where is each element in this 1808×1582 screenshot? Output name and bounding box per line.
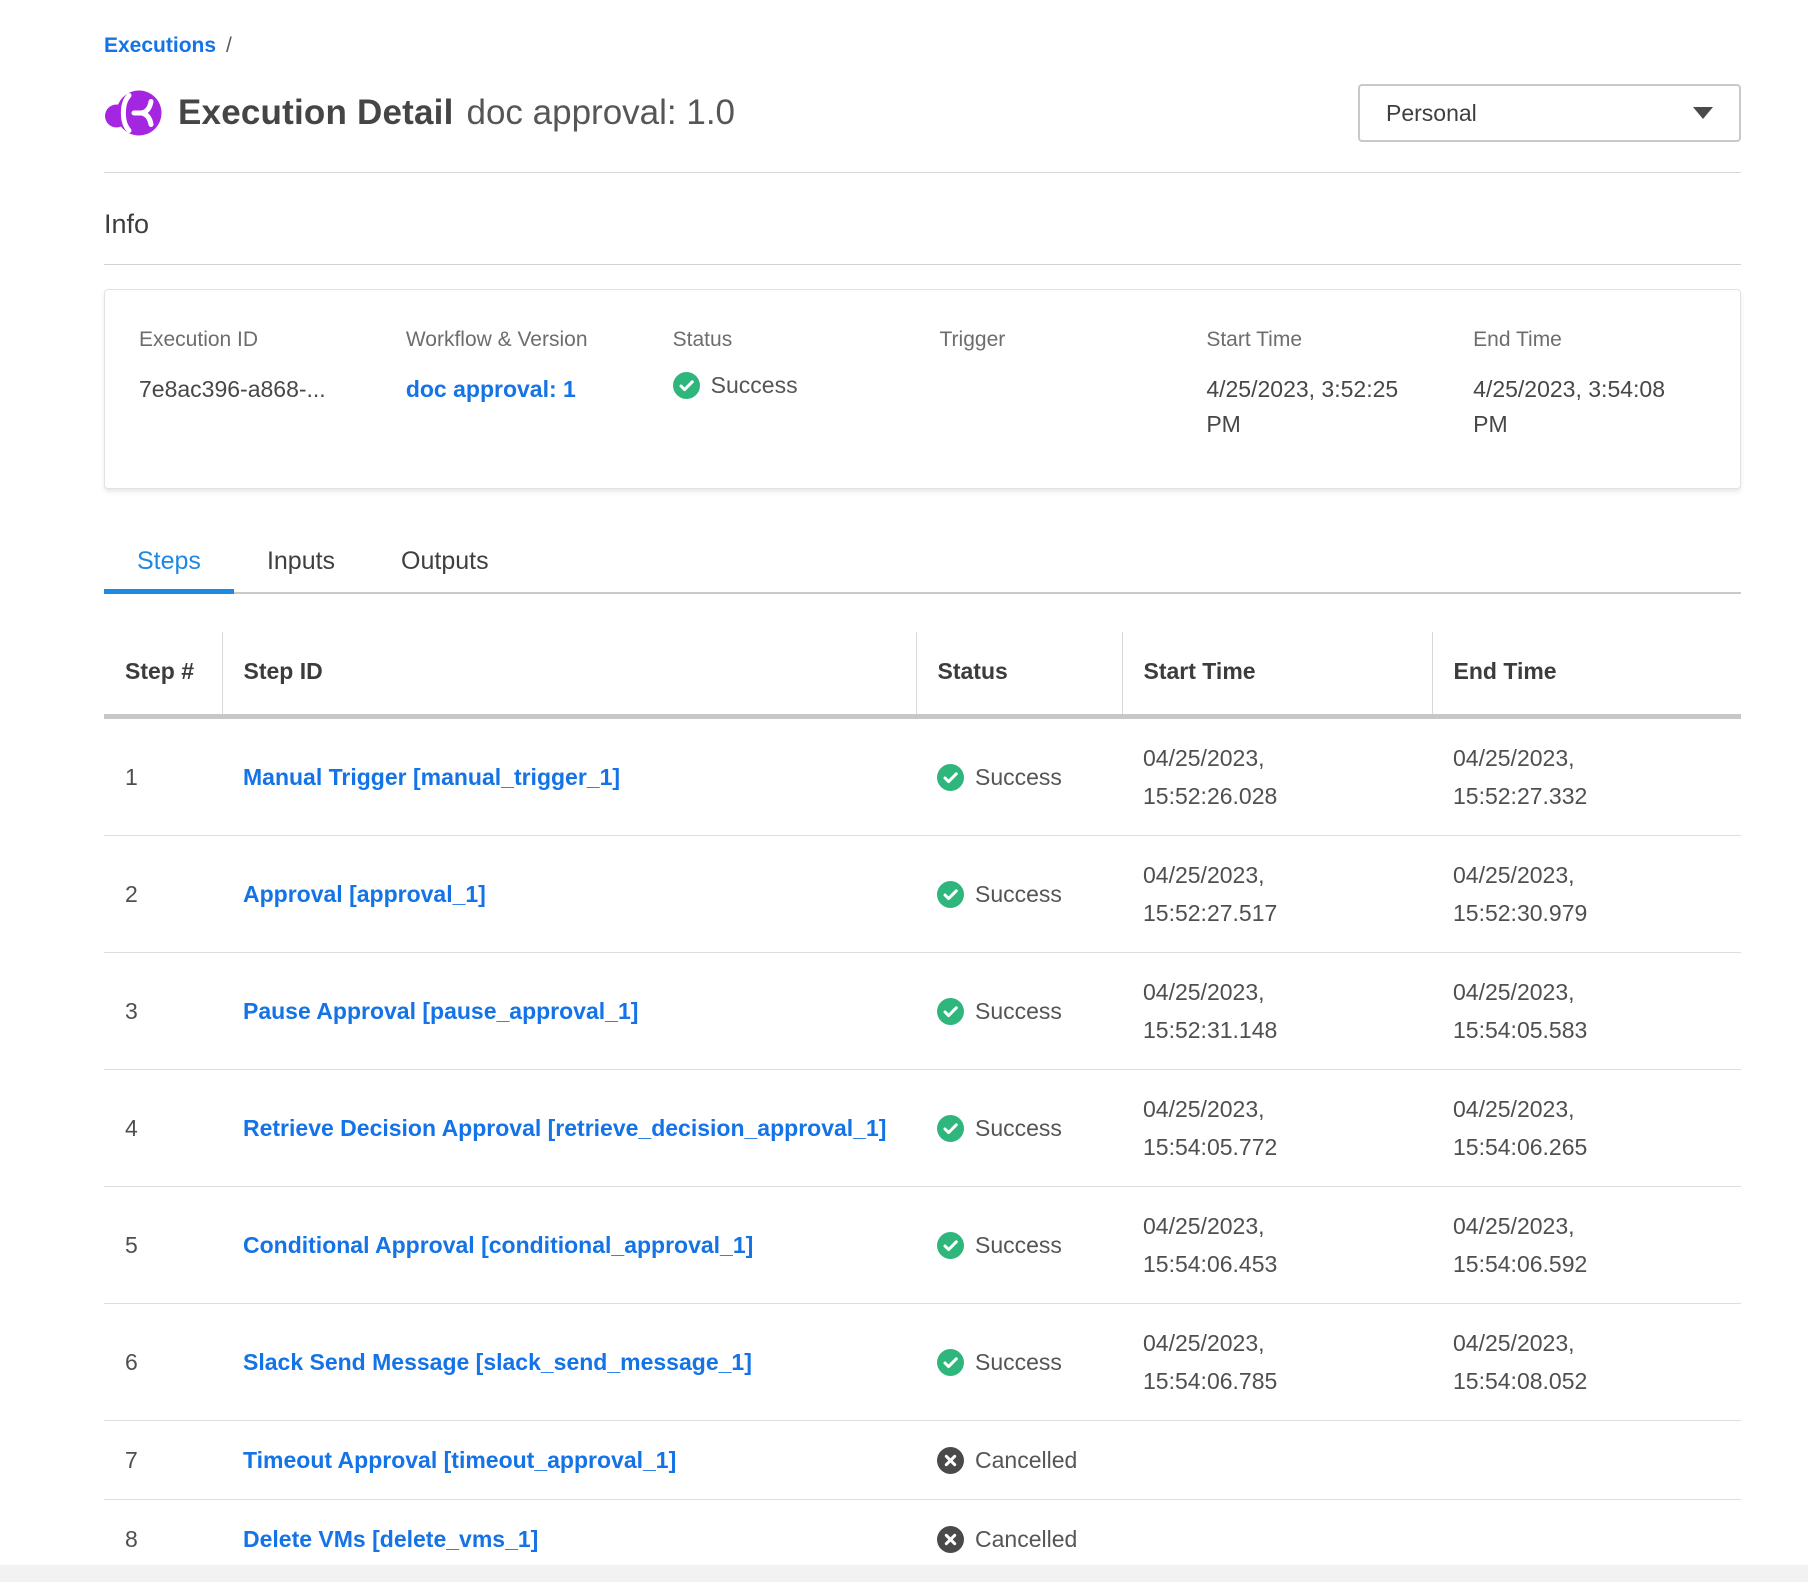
table-row: 2 Approval [approval_1] Success 04/25/20… (104, 836, 1741, 953)
info-divider (104, 264, 1741, 265)
step-id-link[interactable]: Timeout Approval [timeout_approval_1] (243, 1447, 676, 1473)
step-num: 3 (104, 953, 222, 1070)
step-num: 6 (104, 1304, 222, 1421)
table-row: 6 Slack Send Message [slack_send_message… (104, 1304, 1741, 1421)
table-row: 5 Conditional Approval [conditional_appr… (104, 1187, 1741, 1304)
end-time-value: 4/25/2023, 3:54:08 PM (1473, 372, 1673, 442)
info-card: Execution ID 7e8ac396-a868-... Workflow … (104, 289, 1741, 489)
step-end-time: 04/25/2023,15:52:30.979 (1432, 836, 1741, 953)
tab-steps[interactable]: Steps (104, 547, 234, 594)
step-end-time: 04/25/2023,15:54:08.052 (1432, 1304, 1741, 1421)
step-start-time: 04/25/2023,15:54:05.772 (1122, 1070, 1432, 1187)
step-id-link[interactable]: Pause Approval [pause_approval_1] (243, 998, 638, 1024)
step-status-text: Success (975, 877, 1062, 912)
table-row: 4 Retrieve Decision Approval [retrieve_d… (104, 1070, 1741, 1187)
info-field-start-time: Start Time 4/25/2023, 3:52:25 PM (1206, 328, 1463, 442)
info-label: Status (673, 328, 930, 352)
workflow-brand-icon (104, 90, 162, 136)
step-end-time: 04/25/2023,15:54:05.583 (1432, 953, 1741, 1070)
cancelled-icon (937, 1447, 964, 1474)
table-row: 1 Manual Trigger [manual_trigger_1] Succ… (104, 717, 1741, 836)
breadcrumb: Executions / (104, 34, 1741, 58)
success-icon (673, 372, 700, 399)
info-field-status: Status Success (673, 328, 930, 442)
step-status-text: Success (975, 1111, 1062, 1146)
info-label: Workflow & Version (406, 328, 663, 352)
info-field-execution-id: Execution ID 7e8ac396-a868-... (139, 328, 396, 442)
info-label: End Time (1473, 328, 1730, 352)
step-start-time (1122, 1421, 1432, 1500)
step-status-text: Cancelled (975, 1522, 1077, 1557)
tab-bar: Steps Inputs Outputs (104, 547, 1741, 594)
tab-outputs[interactable]: Outputs (368, 547, 522, 594)
step-id-link[interactable]: Delete VMs [delete_vms_1] (243, 1526, 538, 1552)
column-header-status: Status (916, 632, 1122, 717)
step-end-time: 04/25/2023,15:52:27.332 (1432, 717, 1741, 836)
step-num: 5 (104, 1187, 222, 1304)
page-title: Execution Detail (178, 93, 454, 133)
step-num: 2 (104, 836, 222, 953)
tab-inputs[interactable]: Inputs (234, 547, 368, 594)
success-icon (937, 1115, 964, 1142)
step-start-time: 04/25/2023,15:52:26.028 (1122, 717, 1432, 836)
table-row: 3 Pause Approval [pause_approval_1] Succ… (104, 953, 1741, 1070)
column-header-start-time: Start Time (1122, 632, 1432, 717)
info-label: Trigger (940, 328, 1197, 352)
step-id-link[interactable]: Conditional Approval [conditional_approv… (243, 1232, 753, 1258)
steps-table: Step # Step ID Status Start Time End Tim… (104, 632, 1741, 1579)
step-end-time (1432, 1421, 1741, 1500)
info-label: Execution ID (139, 328, 396, 352)
success-icon (937, 764, 964, 791)
breadcrumb-separator: / (226, 34, 232, 57)
step-num: 1 (104, 717, 222, 836)
title-row: Execution Detail doc approval: 1.0 Perso… (104, 84, 1741, 142)
step-num: 7 (104, 1421, 222, 1500)
step-id-link[interactable]: Retrieve Decision Approval [retrieve_dec… (243, 1115, 886, 1141)
info-field-end-time: End Time 4/25/2023, 3:54:08 PM (1473, 328, 1730, 442)
column-header-step-id: Step ID (222, 632, 916, 717)
step-id-link[interactable]: Approval [approval_1] (243, 881, 486, 907)
start-time-value: 4/25/2023, 3:52:25 PM (1206, 372, 1406, 442)
column-header-end-time: End Time (1432, 632, 1741, 717)
column-header-step-num: Step # (104, 632, 222, 717)
workspace-dropdown-value: Personal (1386, 100, 1477, 127)
success-icon (937, 1232, 964, 1259)
step-status-text: Success (975, 1345, 1062, 1380)
step-start-time: 04/25/2023,15:52:31.148 (1122, 953, 1432, 1070)
success-icon (937, 998, 964, 1025)
step-start-time: 04/25/2023,15:52:27.517 (1122, 836, 1432, 953)
table-row: 7 Timeout Approval [timeout_approval_1] … (104, 1421, 1741, 1500)
table-header-row: Step # Step ID Status Start Time End Tim… (104, 632, 1741, 717)
step-status-text: Cancelled (975, 1443, 1077, 1478)
info-field-trigger: Trigger (940, 328, 1197, 442)
chevron-down-icon (1693, 107, 1713, 119)
breadcrumb-executions-link[interactable]: Executions (104, 34, 216, 57)
step-id-link[interactable]: Manual Trigger [manual_trigger_1] (243, 764, 620, 790)
step-id-link[interactable]: Slack Send Message [slack_send_message_1… (243, 1349, 752, 1375)
step-start-time: 04/25/2023,15:54:06.785 (1122, 1304, 1432, 1421)
step-num: 4 (104, 1070, 222, 1187)
page: Executions / Execution Detail doc approva… (0, 0, 1808, 1579)
success-icon (937, 881, 964, 908)
cancelled-icon (937, 1526, 964, 1553)
page-subtitle: doc approval: 1.0 (467, 93, 736, 133)
execution-id-value: 7e8ac396-a868-... (139, 372, 339, 407)
step-status-text: Success (975, 994, 1062, 1029)
info-label: Start Time (1206, 328, 1463, 352)
step-status-text: Success (975, 760, 1062, 795)
execution-status-text: Success (711, 372, 798, 399)
workflow-version-link[interactable]: doc approval: 1 (406, 376, 576, 402)
info-field-workflow: Workflow & Version doc approval: 1 (406, 328, 663, 442)
step-start-time: 04/25/2023,15:54:06.453 (1122, 1187, 1432, 1304)
step-status-text: Success (975, 1228, 1062, 1263)
workspace-dropdown[interactable]: Personal (1358, 84, 1741, 142)
step-end-time: 04/25/2023,15:54:06.592 (1432, 1187, 1741, 1304)
title-divider (104, 172, 1741, 173)
info-section-title: Info (104, 209, 1741, 240)
step-end-time: 04/25/2023,15:54:06.265 (1432, 1070, 1741, 1187)
success-icon (937, 1349, 964, 1376)
page-bottom-background (0, 1565, 1808, 1582)
